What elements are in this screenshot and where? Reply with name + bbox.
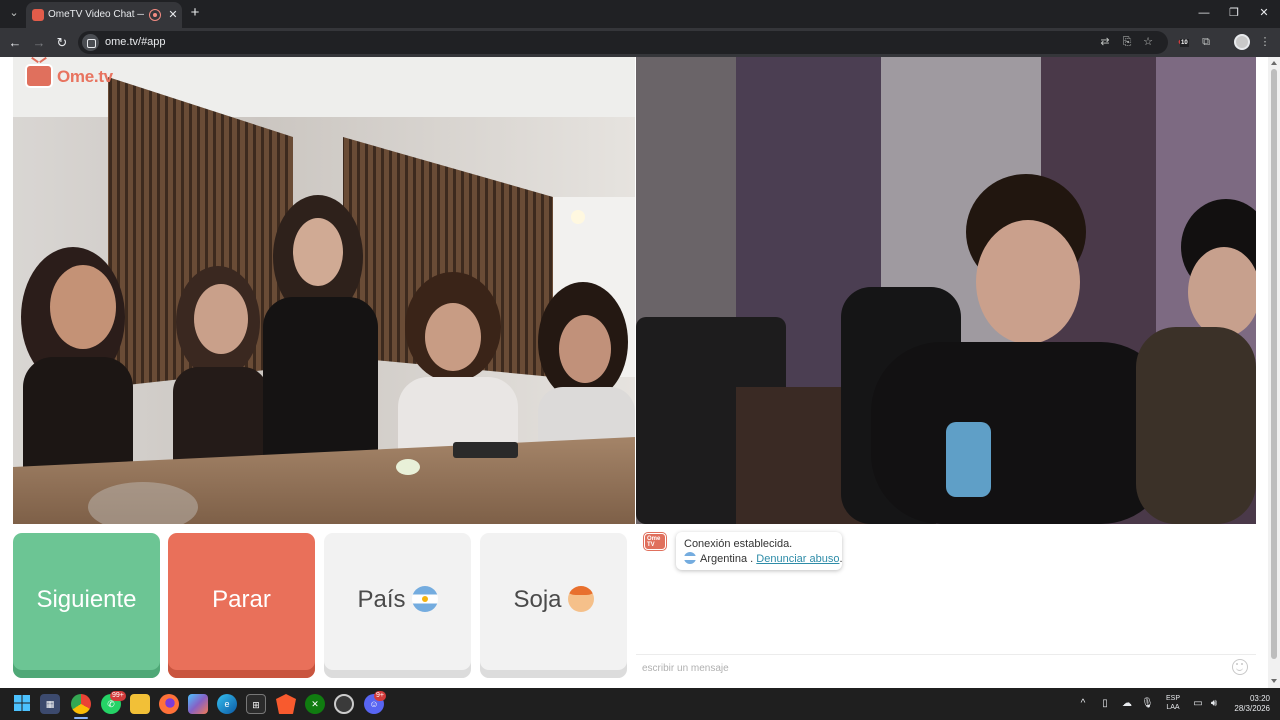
mini-logo-text: Ome TV (647, 536, 661, 548)
scroll-thumb[interactable] (1271, 69, 1277, 659)
whatsapp-badge: 99+ (110, 691, 126, 701)
address-bar[interactable]: ome.tv/#app (78, 31, 1168, 54)
windows-start-icon[interactable] (12, 694, 32, 714)
microphone-icon[interactable]: 🎙︎ (1141, 697, 1154, 711)
discord-badge: 9+ (374, 691, 386, 701)
extension-badge: 10 (1180, 39, 1189, 47)
page-content: Ome.tv Siguiente Parar País Soja Ome TV … (0, 57, 1280, 688)
tab-bar: ⌄ OmeTV Video Chat — Alte ✕ + — ❐ ✕ (0, 0, 1280, 28)
logo-text: Ome.tv (57, 67, 113, 86)
next-button-label: Siguiente (36, 586, 137, 613)
clock-time: 03:20 (1249, 694, 1270, 703)
tv-logo-icon (25, 64, 53, 88)
xbox-icon[interactable]: ✕ (305, 694, 325, 714)
firefox-icon[interactable] (159, 694, 179, 714)
self-video (636, 57, 1256, 524)
minimize-icon[interactable]: — (1193, 4, 1215, 22)
new-tab-button[interactable]: + (187, 5, 203, 21)
usb-device-icon[interactable]: ▯ (1099, 697, 1111, 711)
reload-icon[interactable]: ↻ (53, 34, 71, 52)
edge-icon[interactable]: e (217, 694, 237, 714)
recording-indicator-icon (149, 9, 161, 21)
country-filter-button[interactable]: País (324, 533, 471, 678)
system-message-bubble: Conexión establecida. Argentina . Denunc… (676, 532, 843, 570)
url-text[interactable]: ome.tv/#app (105, 35, 166, 50)
browser-toolbar: ← → ↻ ome.tv/#app ⇄ ⎘ ☆ ● 10 ⧉ ⋮ (0, 28, 1280, 57)
report-abuse-link[interactable]: Denunciar abuso (756, 553, 839, 565)
partner-video-frame (13, 57, 635, 524)
partner-location: Argentina . Denunciar abuso. (684, 552, 843, 566)
boy-avatar-icon (567, 585, 594, 612)
file-explorer-icon[interactable] (130, 694, 150, 714)
network-icon[interactable]: ▭ (1191, 697, 1205, 711)
profile-avatar[interactable] (1234, 34, 1250, 50)
scroll-down-arrow-icon[interactable] (1271, 679, 1277, 683)
input-language[interactable]: ESP LAA (1162, 694, 1184, 712)
restore-icon[interactable]: ❐ (1223, 4, 1245, 22)
site-info-icon[interactable] (82, 34, 99, 51)
store-icon[interactable]: ⊞ (246, 694, 266, 714)
back-icon[interactable]: ← (6, 34, 24, 52)
show-hidden-icons-icon[interactable]: ^ (1077, 697, 1089, 711)
message-input[interactable] (642, 658, 1222, 678)
emoji-icon[interactable] (1232, 659, 1248, 675)
tab-title: OmeTV Video Chat — Alte (48, 9, 144, 20)
forward-icon[interactable]: → (30, 34, 48, 52)
extensions-puzzle-icon[interactable]: ⧉ (1198, 34, 1214, 50)
self-video-frame (636, 57, 1256, 524)
browser-tab[interactable]: OmeTV Video Chat — Alte ✕ (26, 2, 182, 28)
menu-kebab-icon[interactable]: ⋮ (1257, 34, 1273, 50)
gender-button-label: Soja (513, 586, 562, 613)
lang-line2: LAA (1166, 704, 1180, 711)
close-window-icon[interactable]: ✕ (1253, 4, 1275, 22)
report-suffix: . (839, 553, 843, 565)
install-app-icon[interactable]: ⎘ (1119, 34, 1135, 50)
active-app-indicator (74, 717, 88, 719)
lang-line1: ESP (1165, 695, 1180, 702)
partner-country: Argentina (700, 553, 748, 565)
country-button-label: País (357, 586, 406, 613)
task-view-icon[interactable]: ▦ (40, 694, 60, 714)
scroll-up-arrow-icon[interactable] (1271, 61, 1277, 65)
chat-panel: Ome TV Conexión establecida. Argentina .… (636, 524, 1256, 688)
close-tab-icon[interactable]: ✕ (166, 7, 180, 23)
system-clock[interactable]: 03:20 28/3/2026 (1226, 694, 1270, 714)
page-scrollbar[interactable] (1268, 57, 1280, 688)
volume-icon[interactable]: 🔊︎ (1207, 697, 1221, 711)
separator-dot: . (750, 553, 754, 565)
copilot-icon[interactable] (188, 694, 208, 714)
stop-button-label: Parar (212, 586, 271, 613)
windows-taskbar: ▦ ✆ 99+ e ⊞ ✕ ☺ 9+ ^ ▯ ☁ 🎙︎ ESP LAA ▭ 🔊︎… (0, 688, 1280, 720)
divider (636, 654, 1256, 655)
clock-date: 28/3/2026 (1234, 704, 1270, 713)
partner-video: Ome.tv (13, 57, 635, 524)
tab-search-icon[interactable]: ⌄ (6, 5, 22, 21)
steam-icon[interactable] (334, 694, 354, 714)
ometv-logo[interactable]: Ome.tv (25, 64, 135, 90)
stop-button[interactable]: Parar (168, 533, 315, 678)
gender-filter-button[interactable]: Soja (480, 533, 627, 678)
chrome-icon[interactable] (71, 694, 91, 714)
argentina-flag-icon (411, 585, 438, 612)
bookmark-star-icon[interactable]: ☆ (1140, 34, 1156, 50)
onedrive-icon[interactable]: ☁ (1120, 697, 1134, 711)
brave-icon[interactable] (276, 694, 296, 714)
ometv-mini-logo-icon: Ome TV (644, 533, 666, 550)
next-button[interactable]: Siguiente (13, 533, 160, 678)
translate-icon[interactable]: ⇄ (1097, 34, 1113, 50)
connection-status: Conexión establecida. (684, 538, 793, 550)
ometv-favicon-icon (32, 9, 44, 21)
argentina-flag-icon (684, 552, 696, 564)
